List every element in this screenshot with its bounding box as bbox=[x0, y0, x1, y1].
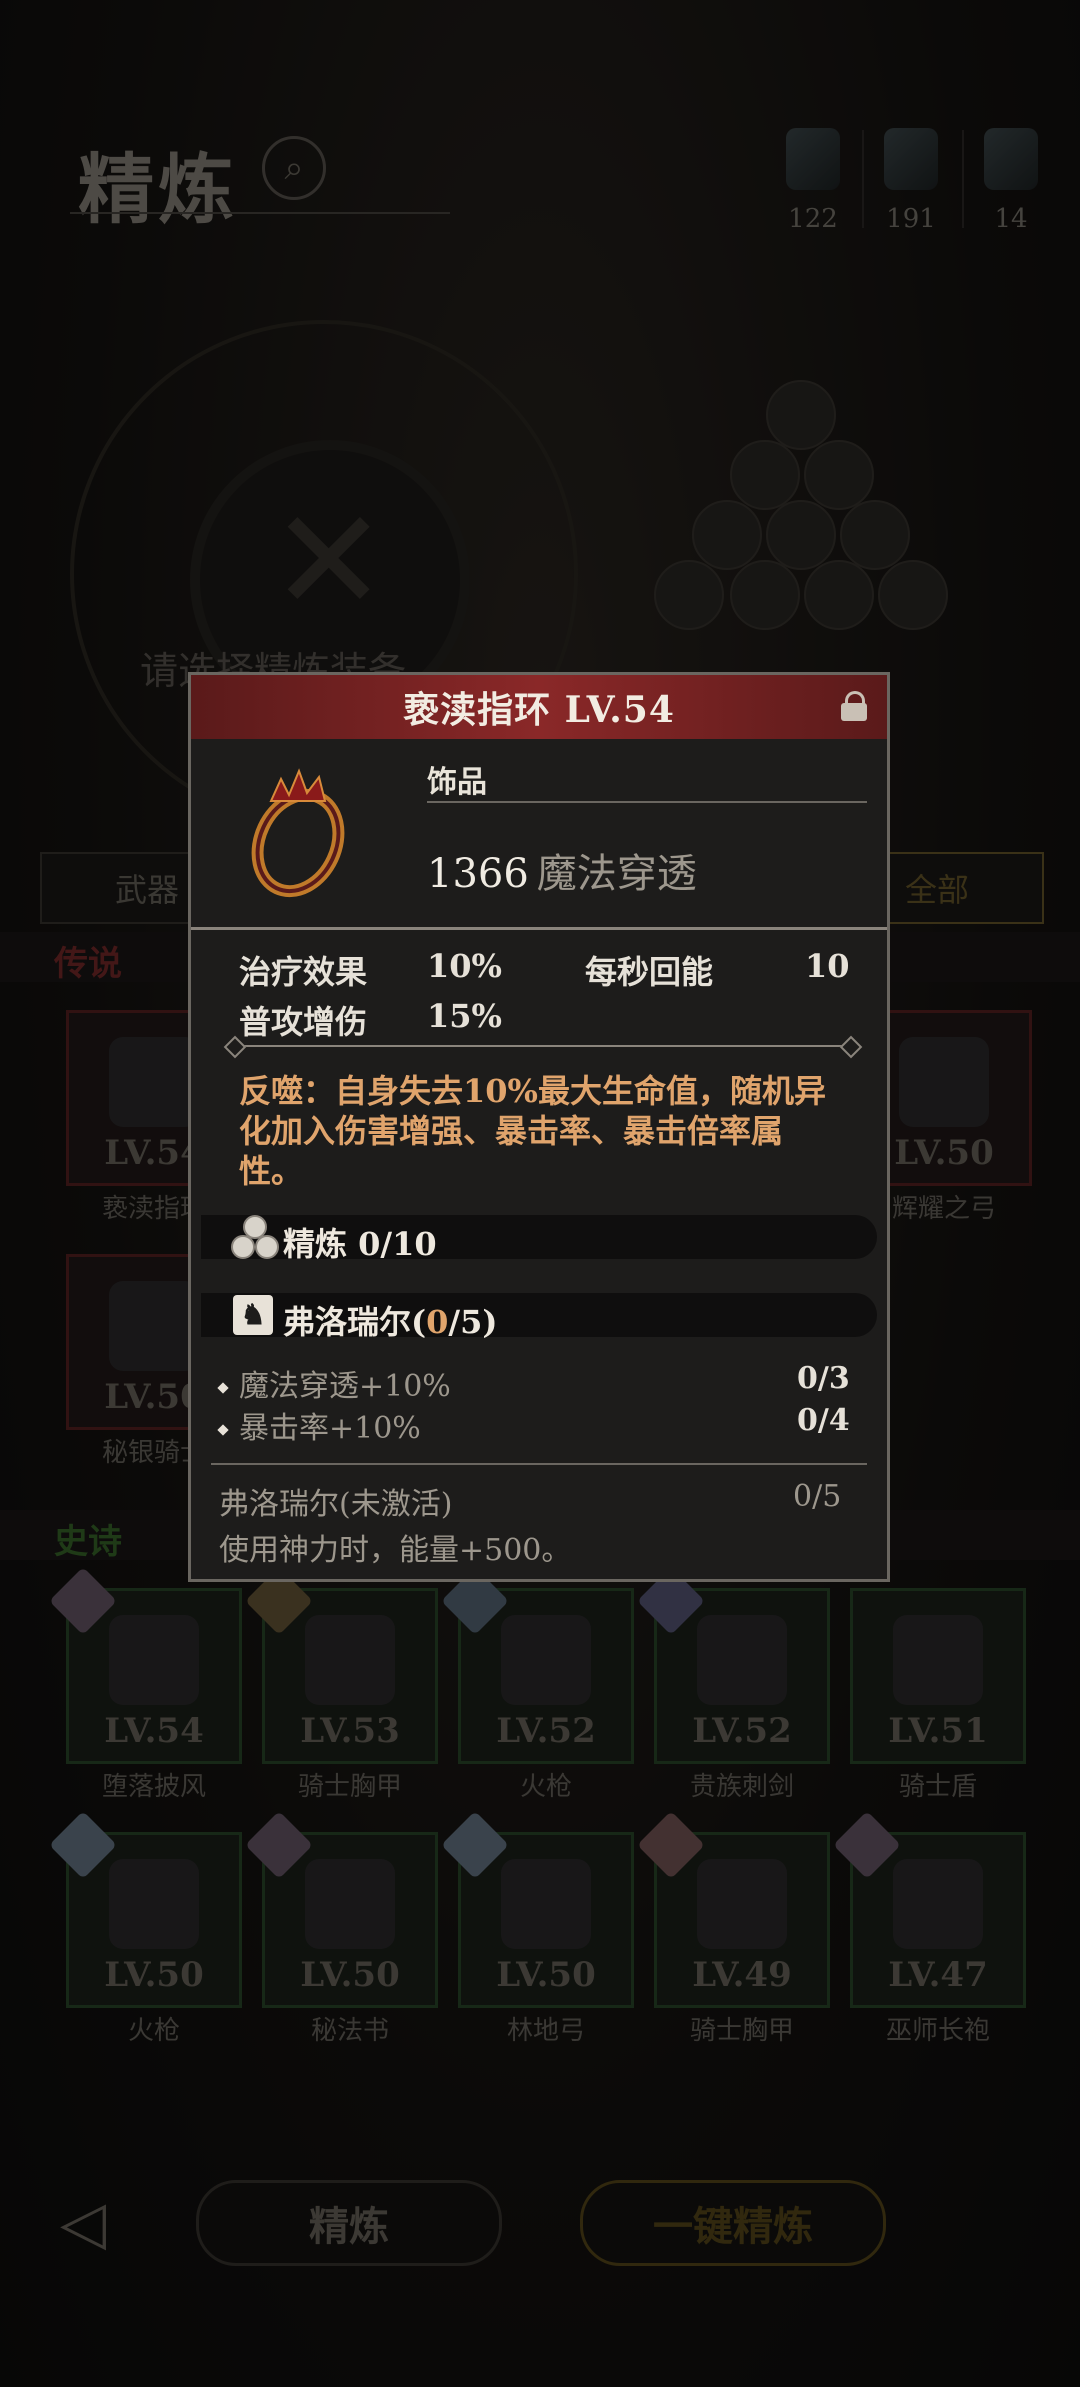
set-bonus-2-progress: 0/4 bbox=[797, 1403, 850, 1438]
special-effect: 反噬：自身失去10%最大生命值，随机异化加入伤害增强、暴击率、暴击倍率属性。 bbox=[239, 1072, 826, 1190]
item-type: 饰品 bbox=[427, 765, 487, 800]
refine-progress: 精炼 0/10 bbox=[283, 1225, 437, 1263]
set-status-progress: 0/5 bbox=[793, 1479, 842, 1514]
set-bonus-1-progress: 0/3 bbox=[797, 1361, 850, 1396]
set-effect: 使用神力时，能量+500。 bbox=[219, 1533, 572, 1568]
stat-label-healing: 治疗效果 bbox=[239, 953, 368, 991]
item-detail-popup: 亵渎指环 LV.54 饰品 1366 魔法穿透 治疗效果 10% 每秒回能 10 … bbox=[188, 672, 890, 1582]
lock-icon[interactable] bbox=[839, 691, 869, 721]
stat-label-energy-regen: 每秒回能 bbox=[585, 953, 714, 991]
stat-value-basic-attack: 15% bbox=[427, 997, 502, 1035]
ring-item-icon bbox=[251, 768, 345, 898]
set-bonus-1: 魔法穿透+10% bbox=[217, 1361, 451, 1405]
set-bonus-2: 暴击率+10% bbox=[217, 1403, 421, 1447]
stat-value-healing: 10% bbox=[427, 947, 502, 985]
ornament-divider bbox=[231, 1045, 851, 1047]
main-stat-label: 魔法穿透 bbox=[536, 851, 697, 897]
refine-icon bbox=[231, 1215, 279, 1261]
type-divider bbox=[427, 801, 867, 803]
main-stat-value: 1366 bbox=[427, 851, 529, 897]
popup-header: 亵渎指环 LV.54 bbox=[191, 675, 887, 739]
stat-label-basic-attack: 普攻增伤 bbox=[239, 1003, 368, 1041]
stat-value-energy-regen: 10 bbox=[805, 947, 850, 985]
set-divider bbox=[211, 1463, 867, 1465]
main-stat: 1366 魔法穿透 bbox=[427, 841, 697, 899]
set-name: 弗洛瑞尔(0/5) bbox=[283, 1303, 498, 1341]
set-helmet-icon: ♞ bbox=[233, 1295, 273, 1335]
item-title: 亵渎指环 LV.54 bbox=[403, 689, 675, 731]
set-status: 弗洛瑞尔(未激活) bbox=[219, 1487, 453, 1522]
ornament-diamond bbox=[839, 1035, 863, 1059]
section-divider bbox=[191, 927, 887, 930]
